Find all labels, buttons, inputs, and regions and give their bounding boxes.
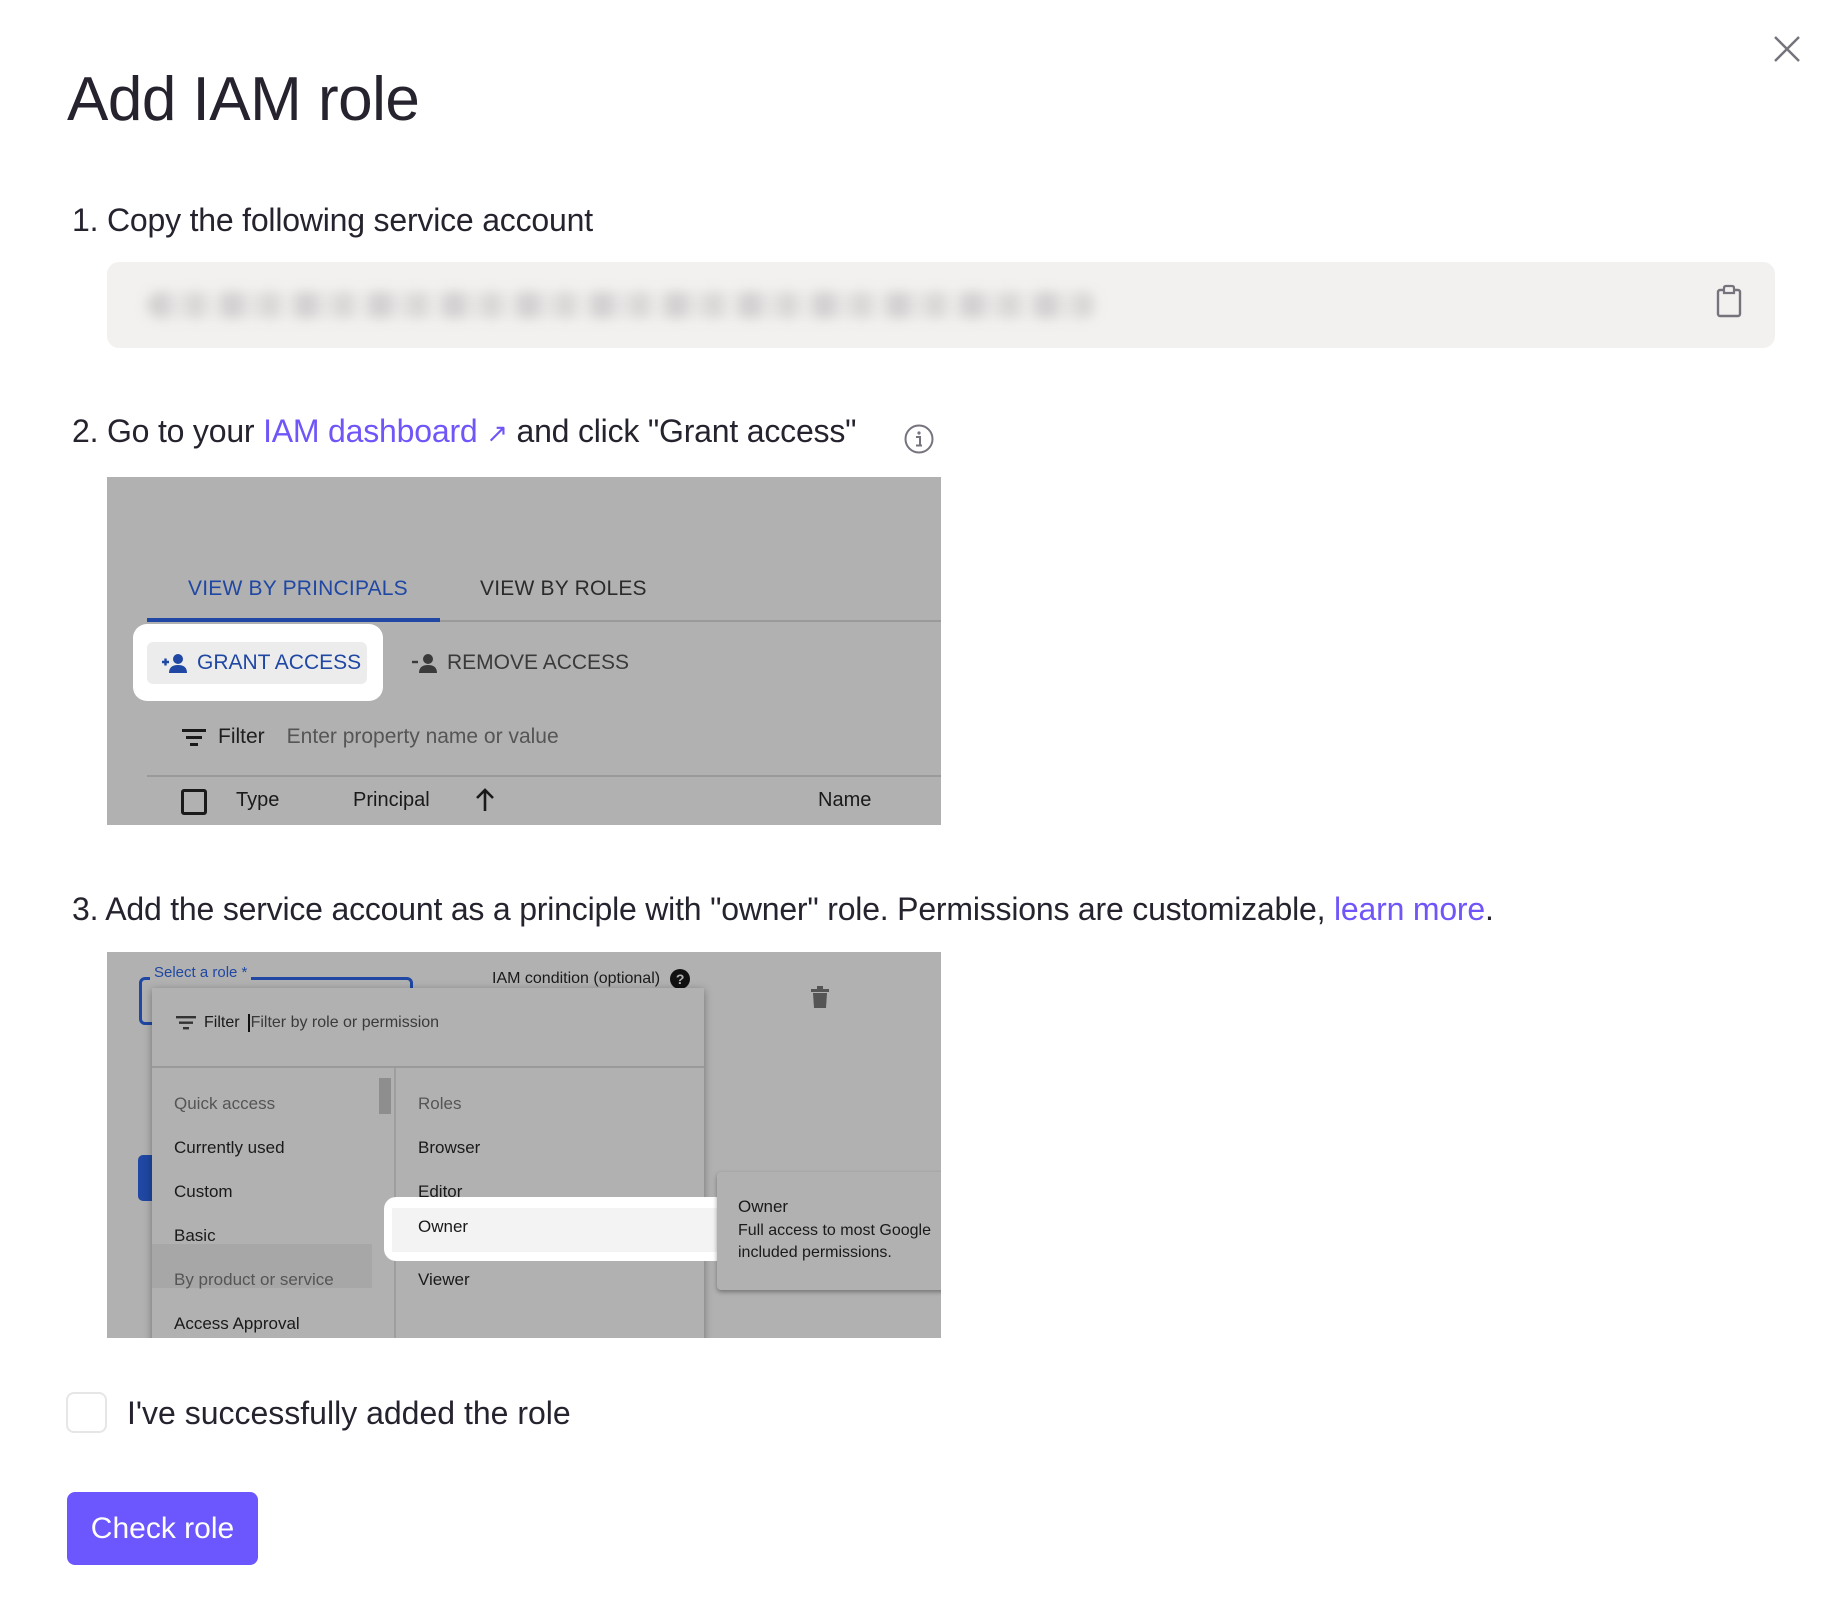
column-principal: Principal bbox=[353, 789, 430, 811]
iam-dashboard-link[interactable]: IAM dashboard ↗ bbox=[263, 413, 508, 449]
remove-person-icon bbox=[412, 654, 437, 673]
role-owner: Owner bbox=[418, 1217, 469, 1236]
dialog-title: Add IAM role bbox=[67, 65, 420, 134]
remove-access-label: REMOVE ACCESS bbox=[447, 651, 630, 674]
step-2-suffix: and click "Grant access" bbox=[507, 413, 857, 449]
trash-icon bbox=[811, 986, 829, 1008]
grant-access-label: GRANT ACCESS bbox=[197, 651, 362, 674]
category-basic: Basic bbox=[174, 1226, 216, 1245]
tooltip-line-1: Full access to most Google bbox=[738, 1222, 931, 1239]
table-header: Type Principal Name bbox=[147, 777, 941, 825]
owner-tooltip: Owner Full access to most Google include… bbox=[717, 1172, 941, 1290]
grant-access-button: GRANT ACCESS bbox=[147, 642, 367, 684]
tab-view-by-roles: VIEW BY ROLES bbox=[480, 577, 647, 600]
role-filter: Filter Filter by role or permission bbox=[176, 1014, 439, 1032]
iam-condition-label: IAM condition (optional) ? bbox=[492, 969, 691, 989]
category-header-quick-access: Quick access bbox=[174, 1094, 276, 1113]
filter-icon bbox=[182, 729, 206, 746]
category-custom: Custom bbox=[174, 1182, 233, 1201]
dropdown-divider bbox=[152, 1066, 704, 1068]
step-1-heading: 1. Copy the following service account bbox=[72, 202, 593, 238]
iam-dashboard-link-text: IAM dashboard bbox=[263, 413, 478, 449]
role-added-checkbox[interactable] bbox=[66, 1392, 107, 1433]
filter-bar: Filter Enter property name or value bbox=[182, 725, 559, 749]
step-2-heading: 2. Go to your IAM dashboard ↗ and click … bbox=[72, 411, 857, 453]
sort-ascending-icon bbox=[476, 788, 494, 811]
category-access-approval: Access Approval bbox=[174, 1314, 300, 1333]
step-2-prefix: 2. Go to your bbox=[72, 413, 264, 449]
role-added-label[interactable]: I've successfully added the role bbox=[127, 1393, 571, 1433]
category-header-by-product: By product or service bbox=[174, 1270, 334, 1289]
remove-access-button: REMOVE ACCESS bbox=[411, 642, 629, 684]
external-link-icon: ↗ bbox=[486, 418, 508, 448]
column-type: Type bbox=[236, 789, 280, 811]
add-person-icon bbox=[162, 654, 187, 673]
tooltip-title: Owner bbox=[738, 1197, 789, 1216]
role-browser: Browser bbox=[418, 1138, 481, 1157]
role-filter-placeholder: Filter by role or permission bbox=[247, 1014, 439, 1032]
close-button[interactable] bbox=[1770, 32, 1804, 66]
info-button[interactable] bbox=[903, 423, 935, 455]
tab-view-by-principals: VIEW BY PRINCIPALS bbox=[188, 577, 408, 600]
copy-button[interactable] bbox=[1715, 284, 1745, 320]
service-account-field[interactable] bbox=[107, 262, 1775, 348]
active-tab-indicator bbox=[147, 618, 440, 622]
service-account-value-blurred bbox=[147, 292, 1097, 318]
iam-condition-text: IAM condition (optional) bbox=[492, 970, 661, 987]
role-filter-label: Filter bbox=[204, 1014, 240, 1031]
iam-dashboard-screenshot: VIEW BY PRINCIPALS VIEW BY ROLES GRANT A… bbox=[107, 477, 941, 825]
step-3-suffix: . bbox=[1484, 891, 1494, 927]
close-icon bbox=[1774, 36, 1800, 62]
blue-button-edge bbox=[138, 1155, 152, 1201]
step-3-heading: 3. Add the service account as a principl… bbox=[72, 889, 1494, 929]
select-role-label: Select a role * bbox=[150, 964, 252, 981]
step-3-prefix: 3. Add the service account as a principl… bbox=[72, 891, 1335, 927]
role-dropdown: Filter Filter by role or permission Quic… bbox=[152, 988, 704, 1338]
help-icon: ? bbox=[670, 969, 691, 989]
role-viewer: Viewer bbox=[418, 1270, 470, 1289]
filter-icon bbox=[176, 1016, 196, 1030]
clipboard-icon bbox=[1716, 284, 1742, 318]
roles-header: Roles bbox=[418, 1094, 462, 1113]
filter-placeholder: Enter property name or value bbox=[286, 725, 559, 748]
role-selection-screenshot: Select a role * IAM condition (optional)… bbox=[107, 952, 941, 1338]
category-currently-used: Currently used bbox=[174, 1138, 285, 1157]
info-icon bbox=[904, 424, 934, 454]
scrollbar-thumb bbox=[379, 1078, 391, 1114]
filter-label: Filter bbox=[218, 725, 265, 748]
check-role-button[interactable]: Check role bbox=[67, 1492, 258, 1565]
column-name: Name bbox=[818, 789, 872, 811]
select-all-checkbox bbox=[181, 789, 207, 815]
tooltip-line-2: included permissions. bbox=[738, 1244, 892, 1261]
learn-more-link[interactable]: learn more bbox=[1334, 891, 1485, 927]
